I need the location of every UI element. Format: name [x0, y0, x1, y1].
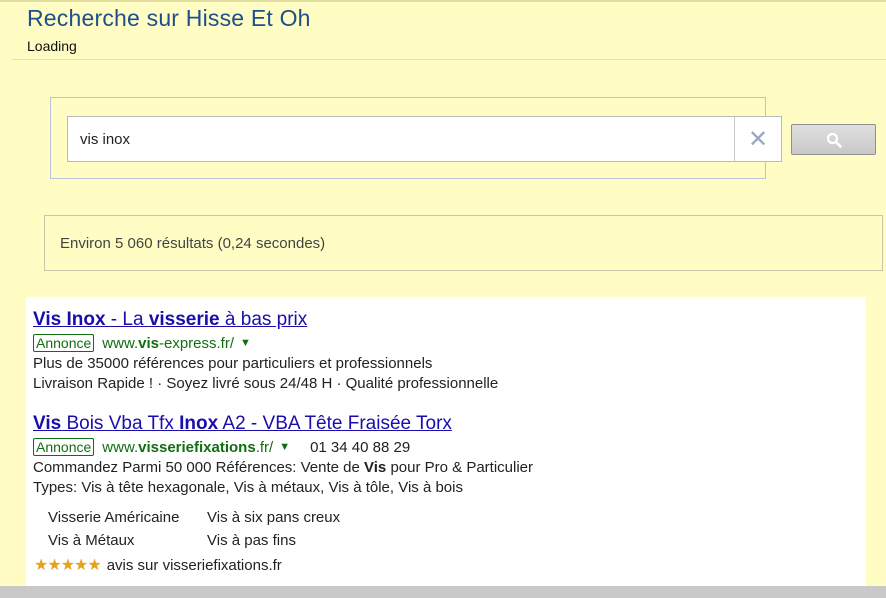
- ad-title-link[interactable]: Vis Bois Vba Tfx Inox A2 - VBA Tête Frai…: [33, 413, 533, 435]
- sitelink[interactable]: Vis à Métaux: [48, 532, 207, 549]
- ad-phone[interactable]: 01 34 40 88 29: [310, 439, 410, 456]
- loading-status: Loading: [27, 38, 77, 54]
- ad-display-url[interactable]: www.visseriefixations.fr/: [102, 439, 273, 456]
- ad-desc-text: pour Pro & Particulier: [386, 459, 534, 476]
- ad-description: Commandez Parmi 50 000 Références: Vente…: [33, 459, 533, 476]
- results-count: Environ 5 060 résultats (0,24 secondes): [60, 235, 326, 252]
- search-box: ✕: [67, 116, 782, 162]
- ad-title-text: A2 - VBA Tête Fraisée Torx: [218, 413, 452, 434]
- rating-text[interactable]: avis sur visseriefixations.fr: [107, 557, 282, 574]
- ad-description: Plus de 35000 références pour particulie…: [33, 355, 433, 372]
- horizontal-scrollbar[interactable]: [0, 586, 886, 598]
- ad-url-text: www.: [102, 438, 139, 456]
- ad-url-text: -express.fr/: [158, 334, 234, 352]
- sitelink[interactable]: Visserie Américaine: [48, 509, 207, 526]
- star-rating-icon: ★★★★★: [34, 557, 102, 574]
- results-info-box: Environ 5 060 résultats (0,24 secondes): [44, 215, 883, 271]
- ad-url-keyword: visseriefixations: [138, 438, 256, 456]
- search-button[interactable]: [791, 124, 876, 155]
- ad-sitelinks: Visserie Américaine Vis à six pans creux…: [48, 509, 340, 549]
- ad-title-keyword: visserie: [148, 309, 220, 330]
- ad-desc-text: Commandez Parmi 50 000 Références: Vente…: [33, 459, 365, 476]
- sitelink[interactable]: Vis à six pans creux: [207, 509, 340, 526]
- ad-url-keyword: vis: [138, 334, 159, 352]
- seller-rating: ★★★★★ avis sur visseriefixations.fr: [34, 555, 282, 575]
- ad-title-keyword: Vis: [33, 413, 62, 434]
- ad-title-link[interactable]: Vis Inox - La visserie à bas prix: [33, 309, 498, 331]
- sitelink[interactable]: Vis à pas fins: [207, 532, 340, 549]
- ad-result: Vis Bois Vba Tfx Inox A2 - VBA Tête Frai…: [33, 413, 533, 496]
- ad-title-text: à bas prix: [219, 309, 308, 330]
- ad-title-text: - La: [105, 309, 149, 330]
- ad-result: Vis Inox - La visserie à bas prix Annonc…: [33, 309, 498, 392]
- ad-badge: Annonce: [33, 334, 95, 352]
- ad-title-keyword: Inox: [179, 413, 219, 434]
- results-list: Vis Inox - La visserie à bas prix Annonc…: [26, 297, 866, 598]
- close-icon[interactable]: ✕: [734, 117, 781, 161]
- ad-description: Types: Vis à tête hexagonale, Vis à méta…: [33, 479, 463, 496]
- ad-url-line: Annonce www.visseriefixations.fr/ ▼ 01 3…: [33, 438, 533, 456]
- chevron-down-icon[interactable]: ▼: [279, 441, 290, 453]
- ad-desc-keyword: Vis: [364, 459, 387, 476]
- search-icon: [826, 132, 842, 148]
- page-title: Recherche sur Hisse Et Oh: [27, 5, 311, 31]
- header-divider: [12, 59, 886, 60]
- ad-url-text: www.: [102, 334, 139, 352]
- ad-title-text: Bois Vba Tfx: [61, 413, 180, 434]
- chevron-down-icon[interactable]: ▼: [240, 337, 251, 349]
- ad-url-line: Annonce www.vis-express.fr/ ▼: [33, 334, 498, 352]
- ad-title-keyword: Vis Inox: [33, 309, 106, 330]
- search-input[interactable]: [68, 117, 736, 161]
- ad-url-text: .fr/: [255, 438, 274, 456]
- ad-display-url[interactable]: www.vis-express.fr/: [102, 335, 234, 352]
- ad-description: Livraison Rapide ! · Soyez livré sous 24…: [33, 375, 499, 392]
- ad-badge: Annonce: [33, 438, 95, 456]
- top-rule: [0, 0, 886, 2]
